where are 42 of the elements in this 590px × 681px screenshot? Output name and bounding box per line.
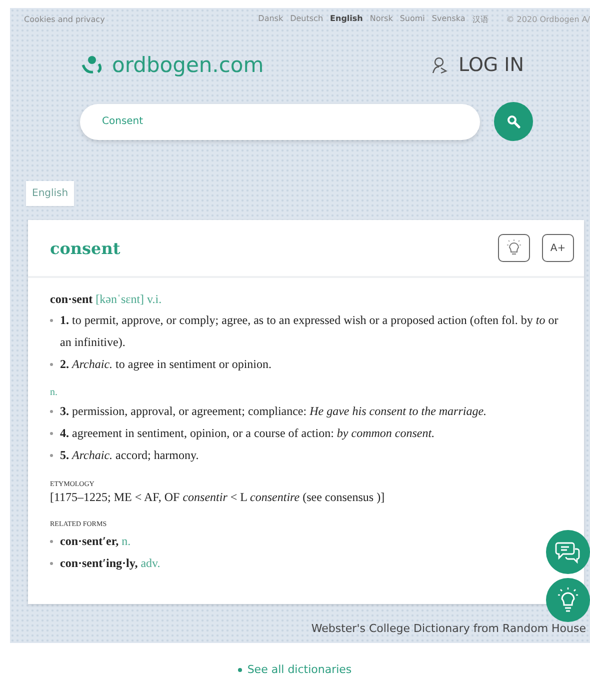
pronunciation-text: [kənˈsɛnt]: [96, 292, 144, 306]
source-text: Webster's College Dictionary from Random House: [310, 621, 587, 635]
search-icon: [506, 114, 522, 130]
definition-text: 4. agreement in sentiment, opinion, or a course of action: by common consent.: [60, 425, 435, 442]
language-link[interactable]: English: [330, 14, 363, 24]
language-link[interactable]: Suomi: [400, 14, 425, 24]
chat-button[interactable]: [546, 530, 590, 574]
part-of-speech: n.: [50, 387, 58, 398]
language-link[interactable]: Norsk: [370, 14, 393, 24]
headword: con·sent: [50, 292, 93, 306]
lightbulb-icon: [556, 587, 580, 613]
search-field[interactable]: Consent: [80, 104, 480, 140]
user-icon: [430, 56, 449, 74]
bullet-icon: [238, 668, 242, 672]
etymology-text: [1175–1225; ME < AF, OF consentir < L consentire (see consensus )]: [50, 489, 386, 506]
part-of-speech: adv.: [140, 556, 160, 570]
language-link[interactable]: Deutsch: [290, 14, 324, 24]
see-all-link[interactable]: See all dictionaries: [238, 663, 352, 676]
chat-icon: [555, 540, 581, 564]
language-link[interactable]: Svenska: [432, 14, 466, 24]
login-button[interactable]: LOG IN: [424, 53, 530, 77]
language-link[interactable]: Dansk: [258, 14, 284, 24]
logo-icon: [80, 55, 104, 75]
language-link[interactable]: 汉语: [472, 14, 488, 24]
dictionary-tab[interactable]: English: [26, 181, 74, 206]
lightbulb-button[interactable]: [498, 234, 530, 262]
entry-title: consent: [50, 238, 120, 258]
definition-text: 5. Archaic. accord; harmony.: [60, 447, 199, 464]
lightbulb-icon: [506, 239, 522, 257]
search-button[interactable]: [494, 102, 533, 141]
definition-text: 3. permission, approval, or agreement; compliance: He gave his consent to the marriage.: [60, 403, 487, 420]
related-form: con·sent′er,: [60, 534, 119, 548]
cookies-privacy-link[interactable]: Cookies and privacy: [24, 14, 105, 24]
definition-text: 1. to permit, approve, or comply; agree, as to an expressed wish or a proposed action (often fol. by to or an infinitive).: [60, 312, 560, 351]
logo-text[interactable]: ordbogen.com: [112, 53, 264, 77]
copyright-text: © 2020 Ordbogen A/: [506, 14, 590, 24]
lightbulb-button[interactable]: [546, 578, 590, 622]
font-size-button[interactable]: A+: [542, 234, 574, 262]
related-form: con·sent′ing·ly,: [60, 556, 138, 570]
part-of-speech: n.: [122, 534, 131, 548]
definition-text: 2. Archaic. to agree in sentiment or opinion.: [60, 356, 272, 373]
part-of-speech: v.i.: [147, 292, 162, 306]
